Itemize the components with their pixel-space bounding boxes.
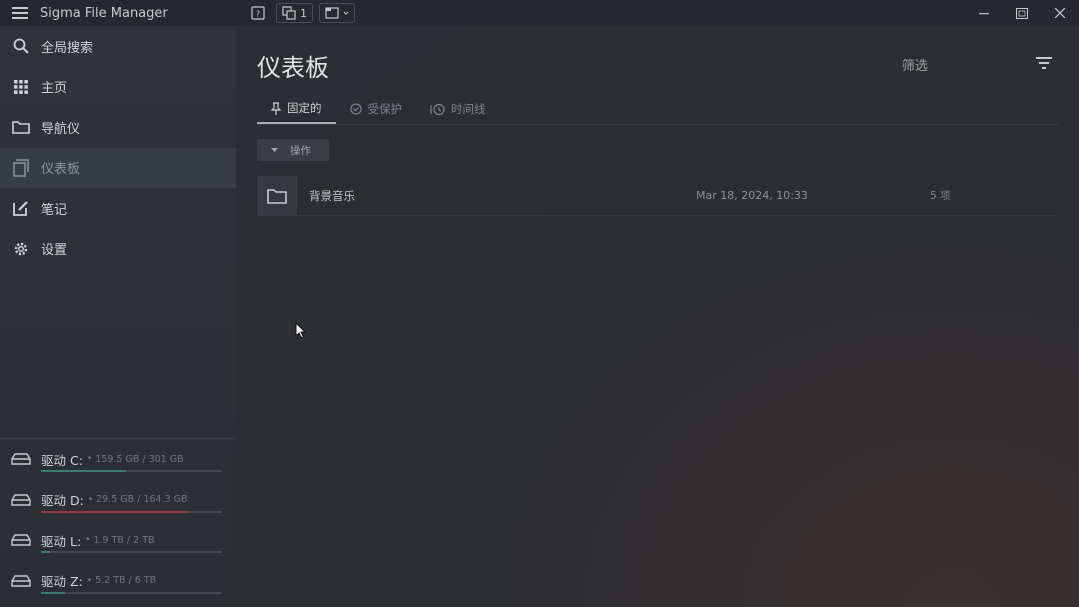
drive-capacity: 5.2 TB / 6 TB bbox=[95, 575, 157, 587]
drive-usage-fill bbox=[41, 510, 190, 513]
svg-text:?: ? bbox=[256, 10, 260, 19]
sidebar-item-notes[interactable]: 笔记 bbox=[0, 188, 236, 229]
copy-windows-icon bbox=[282, 6, 296, 20]
drive-separator: • bbox=[87, 494, 94, 505]
item-name: 背景音乐 bbox=[309, 188, 355, 203]
dashboard-tabs: 固定的 受保护 时间线 bbox=[257, 94, 1058, 125]
folder-icon bbox=[11, 117, 31, 137]
minimize-button[interactable] bbox=[965, 0, 1003, 26]
folder-thumbnail bbox=[257, 175, 297, 216]
menu-icon bbox=[12, 7, 28, 19]
drive-usage-fill bbox=[41, 551, 51, 553]
sidebar-item-global-search[interactable]: 全局搜索 bbox=[0, 26, 236, 67]
search-icon bbox=[11, 36, 31, 56]
hard-drive-icon bbox=[11, 534, 31, 546]
note-edit-icon bbox=[11, 198, 31, 218]
close-icon bbox=[1055, 8, 1065, 18]
pin-icon bbox=[271, 101, 281, 115]
main-content: 仪表板 筛选 固定的 受保护 时间线 操作 背景音乐 Mar 18, 2024,… bbox=[236, 26, 1079, 607]
drive-item[interactable]: 驱动 D: • 29.5 GB / 164.3 GB bbox=[0, 480, 236, 521]
tab-protected[interactable]: 受保护 bbox=[336, 94, 417, 124]
tab-label: 固定的 bbox=[287, 101, 322, 115]
shortcuts-button[interactable]: ? bbox=[246, 3, 270, 23]
drive-usage-fill bbox=[41, 470, 127, 472]
drive-usage-bar bbox=[41, 470, 222, 472]
chevron-down-icon bbox=[343, 11, 349, 15]
drive-name: 驱动 Z: bbox=[41, 574, 83, 590]
keyboard-help-icon: ? bbox=[251, 6, 265, 20]
drive-capacity: 159.5 GB / 301 GB bbox=[95, 453, 184, 465]
drive-usage-bar bbox=[41, 591, 222, 594]
folder-icon bbox=[267, 188, 287, 204]
mouse-cursor-icon bbox=[295, 322, 307, 339]
tab-pinned[interactable]: 固定的 bbox=[257, 94, 336, 124]
windows-button[interactable]: 1 bbox=[276, 3, 313, 23]
new-window-menu-button[interactable] bbox=[319, 3, 355, 23]
item-count: 5 项 bbox=[930, 190, 951, 202]
sidebar-item-settings[interactable]: 设置 bbox=[0, 229, 236, 270]
gear-icon bbox=[11, 239, 31, 259]
sidebar-item-dashboard[interactable]: 仪表板 bbox=[0, 147, 236, 188]
drive-separator: • bbox=[85, 535, 91, 546]
shield-check-icon bbox=[349, 103, 362, 115]
item-date: Mar 18, 2024, 10:33 bbox=[696, 189, 808, 202]
drive-item[interactable]: 驱动 C: • 159.5 GB / 301 GB bbox=[0, 439, 236, 480]
dashboard-icon bbox=[11, 158, 31, 178]
sidebar-item-navigator[interactable]: 导航仪 bbox=[0, 107, 236, 148]
window-icon bbox=[325, 7, 339, 19]
drive-capacity: 29.5 GB / 164.3 GB bbox=[96, 494, 188, 506]
sidebar-item-label: 主页 bbox=[41, 81, 68, 97]
tab-label: 时间线 bbox=[451, 102, 486, 116]
sidebar-item-label: 全局搜索 bbox=[41, 40, 94, 56]
drive-separator: • bbox=[86, 575, 93, 586]
filter-button[interactable] bbox=[1032, 52, 1056, 74]
sidebar-item-label: 仪表板 bbox=[41, 162, 81, 178]
hamburger-menu-button[interactable] bbox=[0, 0, 40, 26]
close-button[interactable] bbox=[1041, 0, 1079, 26]
drive-usage-bar bbox=[41, 510, 222, 513]
drive-item[interactable]: 驱动 Z: • 5.2 TB / 6 TB bbox=[0, 561, 236, 602]
drive-name: 驱动 L: bbox=[41, 533, 82, 549]
filter-input[interactable]: 筛选 bbox=[902, 55, 928, 74]
sidebar-item-label: 设置 bbox=[41, 243, 68, 259]
drive-capacity: 1.9 TB / 2 TB bbox=[93, 534, 155, 546]
drive-name: 驱动 D: bbox=[41, 493, 84, 509]
actions-label: 操作 bbox=[290, 144, 311, 157]
list-item[interactable]: 背景音乐 Mar 18, 2024, 10:33 5 项 bbox=[257, 175, 1058, 216]
drive-usage-bar bbox=[41, 551, 222, 553]
history-icon bbox=[430, 103, 445, 115]
sidebar-item-label: 笔记 bbox=[41, 202, 68, 218]
caret-down-icon bbox=[271, 147, 278, 152]
app-title: Sigma File Manager bbox=[40, 5, 168, 21]
drive-separator: • bbox=[86, 454, 93, 465]
restore-icon bbox=[1016, 7, 1028, 19]
filter-icon bbox=[1036, 57, 1052, 69]
sidebar: 全局搜索 主页 导航仪 仪表板 笔记 设置 驱动 C: • 159.5 GB /… bbox=[0, 26, 236, 607]
drive-usage-fill bbox=[41, 591, 65, 594]
sidebar-item-label: 导航仪 bbox=[41, 121, 81, 137]
minimize-icon bbox=[979, 13, 989, 15]
actions-dropdown-button[interactable]: 操作 bbox=[257, 139, 329, 161]
maximize-button[interactable] bbox=[1003, 0, 1041, 26]
drives-list: 驱动 C: • 159.5 GB / 301 GB 驱动 D: • 29.5 G… bbox=[0, 438, 236, 601]
hard-drive-icon bbox=[11, 494, 31, 506]
drive-name: 驱动 C: bbox=[41, 452, 83, 468]
tab-label: 受保护 bbox=[367, 102, 403, 116]
drive-item[interactable]: 驱动 L: • 1.9 TB / 2 TB bbox=[0, 520, 236, 561]
apps-grid-icon bbox=[11, 77, 31, 97]
tab-timeline[interactable]: 时间线 bbox=[416, 94, 500, 124]
page-title: 仪表板 bbox=[257, 54, 329, 82]
hard-drive-icon bbox=[11, 575, 31, 587]
title-bar: Sigma File Manager ? 1 bbox=[0, 0, 1079, 26]
window-count: 1 bbox=[300, 6, 307, 20]
sidebar-item-home[interactable]: 主页 bbox=[0, 67, 236, 108]
hard-drive-icon bbox=[11, 453, 31, 465]
